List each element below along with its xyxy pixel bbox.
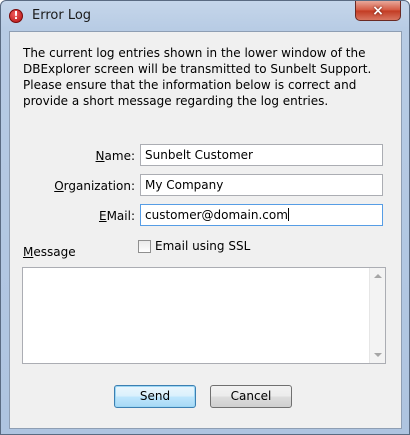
dialog-body: The current log entries shown in the low… bbox=[9, 31, 402, 429]
email-label: EMail: bbox=[98, 209, 135, 223]
message-label: Message bbox=[23, 245, 76, 259]
close-icon: × bbox=[372, 2, 384, 19]
message-scrollbar[interactable] bbox=[369, 268, 385, 363]
name-field[interactable]: Sunbelt Customer bbox=[140, 144, 383, 166]
text-cursor bbox=[287, 208, 289, 221]
scroll-down-icon[interactable] bbox=[374, 353, 382, 357]
message-textarea[interactable] bbox=[22, 267, 386, 364]
email-field[interactable]: customer@domain.com bbox=[140, 204, 383, 226]
ssl-checkbox[interactable] bbox=[138, 239, 151, 253]
description-text: The current log entries shown in the low… bbox=[23, 46, 372, 108]
error-log-dialog: ! Error Log × The current log entries sh… bbox=[0, 0, 410, 435]
error-icon: ! bbox=[9, 9, 23, 23]
window-title: Error Log bbox=[32, 8, 92, 23]
organization-label: Organization: bbox=[54, 179, 135, 193]
ssl-label: Email using SSL bbox=[155, 239, 251, 253]
name-label: Name: bbox=[95, 149, 135, 163]
close-button[interactable]: × bbox=[355, 1, 401, 21]
send-button[interactable]: Send bbox=[114, 385, 196, 408]
scroll-up-icon[interactable] bbox=[374, 274, 382, 278]
organization-field[interactable]: My Company bbox=[140, 174, 383, 196]
title-bar[interactable]: ! Error Log × bbox=[1, 1, 409, 31]
ssl-option[interactable]: Email using SSL bbox=[138, 239, 250, 253]
cancel-button[interactable]: Cancel bbox=[210, 385, 292, 408]
